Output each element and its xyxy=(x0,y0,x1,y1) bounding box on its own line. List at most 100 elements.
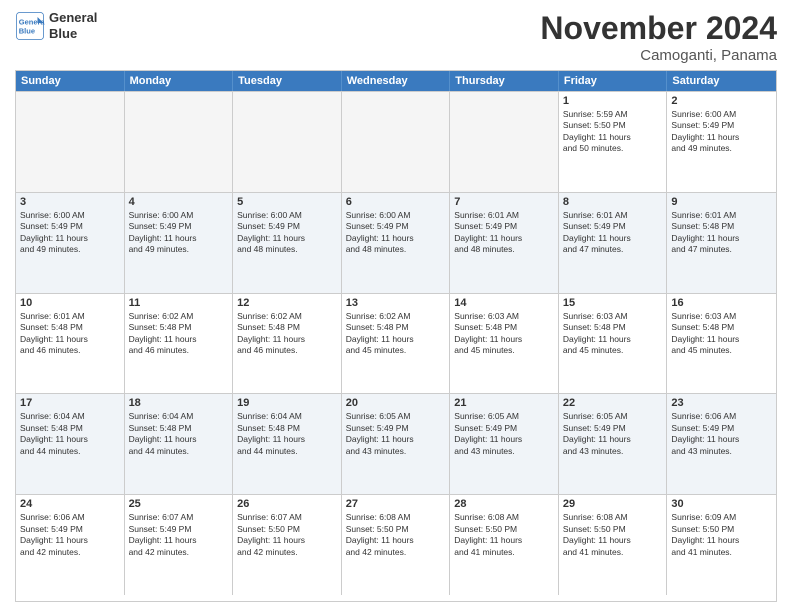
cell-info: Sunrise: 6:01 AMSunset: 5:48 PMDaylight:… xyxy=(671,210,772,256)
day-number: 6 xyxy=(346,196,446,208)
cell-info: Sunrise: 6:07 AMSunset: 5:50 PMDaylight:… xyxy=(237,512,337,558)
cell-info: Sunrise: 6:04 AMSunset: 5:48 PMDaylight:… xyxy=(129,411,229,457)
day-number: 18 xyxy=(129,397,229,409)
calendar-body: 1Sunrise: 5:59 AMSunset: 5:50 PMDaylight… xyxy=(16,91,776,595)
cell-info: Sunrise: 6:03 AMSunset: 5:48 PMDaylight:… xyxy=(671,311,772,357)
cal-cell-1-4: 7 Sunrise: 6:01 AMSunset: 5:49 PMDaylight… xyxy=(450,193,559,293)
cell-info: Sunrise: 6:05 AMSunset: 5:49 PMDaylight:… xyxy=(563,411,663,457)
day-number: 16 xyxy=(671,297,772,309)
cell-info: Sunrise: 6:03 AMSunset: 5:48 PMDaylight:… xyxy=(563,311,663,357)
page: General Blue General Blue November 2024 … xyxy=(0,0,792,612)
cal-cell-0-5: 1Sunrise: 5:59 AMSunset: 5:50 PMDaylight… xyxy=(559,92,668,192)
day-number: 11 xyxy=(129,297,229,309)
header-sunday: Sunday xyxy=(16,71,125,91)
cell-info: Sunrise: 6:00 AMSunset: 5:49 PMDaylight:… xyxy=(20,210,120,256)
cal-cell-3-4: 21 Sunrise: 6:05 AMSunset: 5:49 PMDayligh… xyxy=(450,394,559,494)
cal-cell-1-6: 9 Sunrise: 6:01 AMSunset: 5:48 PMDaylight… xyxy=(667,193,776,293)
day-number: 20 xyxy=(346,397,446,409)
day-number: 29 xyxy=(563,498,663,510)
cell-info: Sunrise: 6:02 AMSunset: 5:48 PMDaylight:… xyxy=(237,311,337,357)
cell-info: Sunrise: 6:02 AMSunset: 5:48 PMDaylight:… xyxy=(129,311,229,357)
cal-cell-1-0: 3 Sunrise: 6:00 AMSunset: 5:49 PMDaylight… xyxy=(16,193,125,293)
cal-cell-0-4 xyxy=(450,92,559,192)
logo-text: General Blue xyxy=(49,10,97,41)
cal-cell-2-5: 15 Sunrise: 6:03 AMSunset: 5:48 PMDayligh… xyxy=(559,294,668,394)
cell-info: Sunrise: 6:00 AMSunset: 5:49 PMDaylight:… xyxy=(671,109,772,155)
day-number: 5 xyxy=(237,196,337,208)
cal-row-1: 3 Sunrise: 6:00 AMSunset: 5:49 PMDaylight… xyxy=(16,192,776,293)
cal-cell-2-6: 16 Sunrise: 6:03 AMSunset: 5:48 PMDayligh… xyxy=(667,294,776,394)
cal-cell-4-5: 29 Sunrise: 6:08 AMSunset: 5:50 PMDayligh… xyxy=(559,495,668,595)
day-number: 23 xyxy=(671,397,772,409)
day-number: 4 xyxy=(129,196,229,208)
cell-info: Sunrise: 6:00 AMSunset: 5:49 PMDaylight:… xyxy=(129,210,229,256)
cell-info: Sunrise: 6:00 AMSunset: 5:49 PMDaylight:… xyxy=(237,210,337,256)
day-number: 10 xyxy=(20,297,120,309)
header-friday: Friday xyxy=(559,71,668,91)
cal-cell-2-3: 13 Sunrise: 6:02 AMSunset: 5:48 PMDayligh… xyxy=(342,294,451,394)
cal-cell-1-5: 8Sunrise: 6:01 AMSunset: 5:49 PMDaylight… xyxy=(559,193,668,293)
title-section: November 2024 Camoganti, Panama xyxy=(540,10,777,64)
cal-cell-3-6: 23Sunrise: 6:06 AMSunset: 5:49 PMDayligh… xyxy=(667,394,776,494)
day-number: 9 xyxy=(671,196,772,208)
cal-cell-4-0: 24 Sunrise: 6:06 AMSunset: 5:49 PMDayligh… xyxy=(16,495,125,595)
cal-cell-4-3: 27Sunrise: 6:08 AMSunset: 5:50 PMDayligh… xyxy=(342,495,451,595)
logo: General Blue General Blue xyxy=(15,10,97,41)
cal-cell-3-0: 17 Sunrise: 6:04 AMSunset: 5:48 PMDayligh… xyxy=(16,394,125,494)
day-number: 17 xyxy=(20,397,120,409)
cell-info: Sunrise: 6:02 AMSunset: 5:48 PMDaylight:… xyxy=(346,311,446,357)
day-number: 28 xyxy=(454,498,554,510)
day-number: 13 xyxy=(346,297,446,309)
logo-line1: General xyxy=(49,10,97,26)
logo-icon: General Blue xyxy=(15,11,45,41)
header-thursday: Thursday xyxy=(450,71,559,91)
cal-cell-1-1: 4 Sunrise: 6:00 AMSunset: 5:49 PMDaylight… xyxy=(125,193,234,293)
logo-line2: Blue xyxy=(49,26,97,42)
day-number: 24 xyxy=(20,498,120,510)
cal-cell-0-1 xyxy=(125,92,234,192)
cell-info: Sunrise: 6:04 AMSunset: 5:48 PMDaylight:… xyxy=(20,411,120,457)
cell-info: Sunrise: 6:05 AMSunset: 5:49 PMDaylight:… xyxy=(454,411,554,457)
cal-cell-1-3: 6Sunrise: 6:00 AMSunset: 5:49 PMDaylight… xyxy=(342,193,451,293)
cal-cell-4-6: 30 Sunrise: 6:09 AMSunset: 5:50 PMDayligh… xyxy=(667,495,776,595)
cal-cell-4-1: 25Sunrise: 6:07 AMSunset: 5:49 PMDayligh… xyxy=(125,495,234,595)
day-number: 27 xyxy=(346,498,446,510)
day-number: 30 xyxy=(671,498,772,510)
cal-row-2: 10Sunrise: 6:01 AMSunset: 5:48 PMDayligh… xyxy=(16,293,776,394)
header-tuesday: Tuesday xyxy=(233,71,342,91)
header-monday: Monday xyxy=(125,71,234,91)
cal-row-4: 24 Sunrise: 6:06 AMSunset: 5:49 PMDayligh… xyxy=(16,494,776,595)
day-number: 3 xyxy=(20,196,120,208)
header-wednesday: Wednesday xyxy=(342,71,451,91)
header-saturday: Saturday xyxy=(667,71,776,91)
day-number: 21 xyxy=(454,397,554,409)
location: Camoganti, Panama xyxy=(540,47,777,64)
cell-info: Sunrise: 6:03 AMSunset: 5:48 PMDaylight:… xyxy=(454,311,554,357)
cal-cell-3-3: 20Sunrise: 6:05 AMSunset: 5:49 PMDayligh… xyxy=(342,394,451,494)
day-number: 15 xyxy=(563,297,663,309)
svg-text:Blue: Blue xyxy=(19,26,35,35)
cell-info: Sunrise: 6:04 AMSunset: 5:48 PMDaylight:… xyxy=(237,411,337,457)
day-number: 2 xyxy=(671,95,772,107)
cell-info: Sunrise: 6:09 AMSunset: 5:50 PMDaylight:… xyxy=(671,512,772,558)
cal-cell-3-2: 19Sunrise: 6:04 AMSunset: 5:48 PMDayligh… xyxy=(233,394,342,494)
day-number: 8 xyxy=(563,196,663,208)
cal-cell-2-4: 14Sunrise: 6:03 AMSunset: 5:48 PMDayligh… xyxy=(450,294,559,394)
cal-cell-0-0 xyxy=(16,92,125,192)
header: General Blue General Blue November 2024 … xyxy=(15,10,777,64)
cal-cell-0-3 xyxy=(342,92,451,192)
day-number: 22 xyxy=(563,397,663,409)
day-number: 25 xyxy=(129,498,229,510)
cal-cell-4-2: 26Sunrise: 6:07 AMSunset: 5:50 PMDayligh… xyxy=(233,495,342,595)
cal-row-3: 17 Sunrise: 6:04 AMSunset: 5:48 PMDayligh… xyxy=(16,393,776,494)
cal-cell-0-2 xyxy=(233,92,342,192)
day-number: 7 xyxy=(454,196,554,208)
cal-cell-1-2: 5 Sunrise: 6:00 AMSunset: 5:49 PMDaylight… xyxy=(233,193,342,293)
cell-info: Sunrise: 6:01 AMSunset: 5:49 PMDaylight:… xyxy=(454,210,554,256)
day-number: 12 xyxy=(237,297,337,309)
calendar-header: Sunday Monday Tuesday Wednesday Thursday… xyxy=(16,71,776,91)
cell-info: Sunrise: 6:06 AMSunset: 5:49 PMDaylight:… xyxy=(20,512,120,558)
cal-cell-3-1: 18 Sunrise: 6:04 AMSunset: 5:48 PMDayligh… xyxy=(125,394,234,494)
cell-info: Sunrise: 6:08 AMSunset: 5:50 PMDaylight:… xyxy=(563,512,663,558)
cal-cell-2-1: 11 Sunrise: 6:02 AMSunset: 5:48 PMDayligh… xyxy=(125,294,234,394)
